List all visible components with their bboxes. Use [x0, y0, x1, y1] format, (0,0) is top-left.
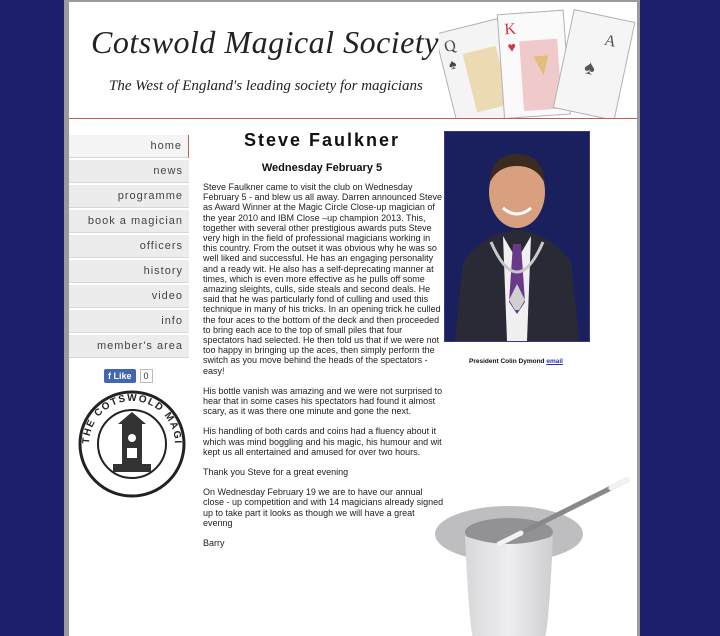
- facebook-like-widget: f Like 0: [104, 369, 153, 383]
- nav-book-a-magician[interactable]: book a magician: [69, 210, 189, 233]
- article-paragraph: Steve Faulkner came to visit the club on…: [203, 182, 442, 376]
- president-portrait: [445, 132, 589, 341]
- svg-text:K: K: [504, 21, 517, 39]
- article-title: Steve Faulkner: [243, 130, 401, 150]
- nav-history[interactable]: history: [69, 260, 189, 283]
- nav-info[interactable]: info: [69, 310, 189, 333]
- nav-members-area[interactable]: member's area: [69, 335, 189, 358]
- president-email-link[interactable]: email: [546, 358, 563, 365]
- president-caption-text: President Colin Dymond: [469, 358, 545, 365]
- nav-programme[interactable]: programme: [69, 185, 189, 208]
- header-divider: [69, 118, 637, 119]
- president-caption: President Colin Dymond email: [444, 358, 588, 365]
- svg-text:♥: ♥: [507, 39, 516, 56]
- site-title[interactable]: Cotswold Magical Society: [91, 24, 439, 61]
- nav-officers[interactable]: officers: [69, 235, 189, 258]
- article-date: Wednesday February 5: [261, 162, 383, 174]
- society-seal-logo: THE COTSWOLD MAGICAL SOCIETY: [75, 390, 186, 498]
- site-tagline: The West of England's leading society fo…: [109, 78, 423, 94]
- article-signature: Barry: [203, 538, 225, 549]
- president-photo: [444, 131, 590, 342]
- article-paragraph: His handling of both cards and coins had…: [203, 426, 442, 457]
- nav-home[interactable]: home: [69, 135, 189, 158]
- article-body: Steve Faulkner came to visit the club on…: [203, 182, 445, 558]
- page: Cotswold Magical Society The West of Eng…: [69, 2, 637, 636]
- facebook-like-count: 0: [139, 369, 153, 383]
- playing-cards-image: Q ♠ K ♥ A ♠: [439, 9, 636, 118]
- facebook-like-label: Like: [113, 371, 132, 381]
- facebook-like-button[interactable]: f Like: [104, 369, 136, 383]
- article-paragraph: On Wednesday February 19 we are to have …: [203, 487, 444, 528]
- nav-video[interactable]: video: [69, 285, 189, 308]
- article-paragraph: His bottle vanish was amazing and we wer…: [203, 385, 443, 417]
- top-hat-wand-image: [435, 477, 630, 636]
- main-nav: home news programme book a magician offi…: [69, 135, 189, 360]
- article-paragraph: Thank you Steve for a great evening: [203, 467, 349, 478]
- nav-news[interactable]: news: [69, 160, 189, 183]
- site-header: Cotswold Magical Society The West of Eng…: [69, 2, 637, 119]
